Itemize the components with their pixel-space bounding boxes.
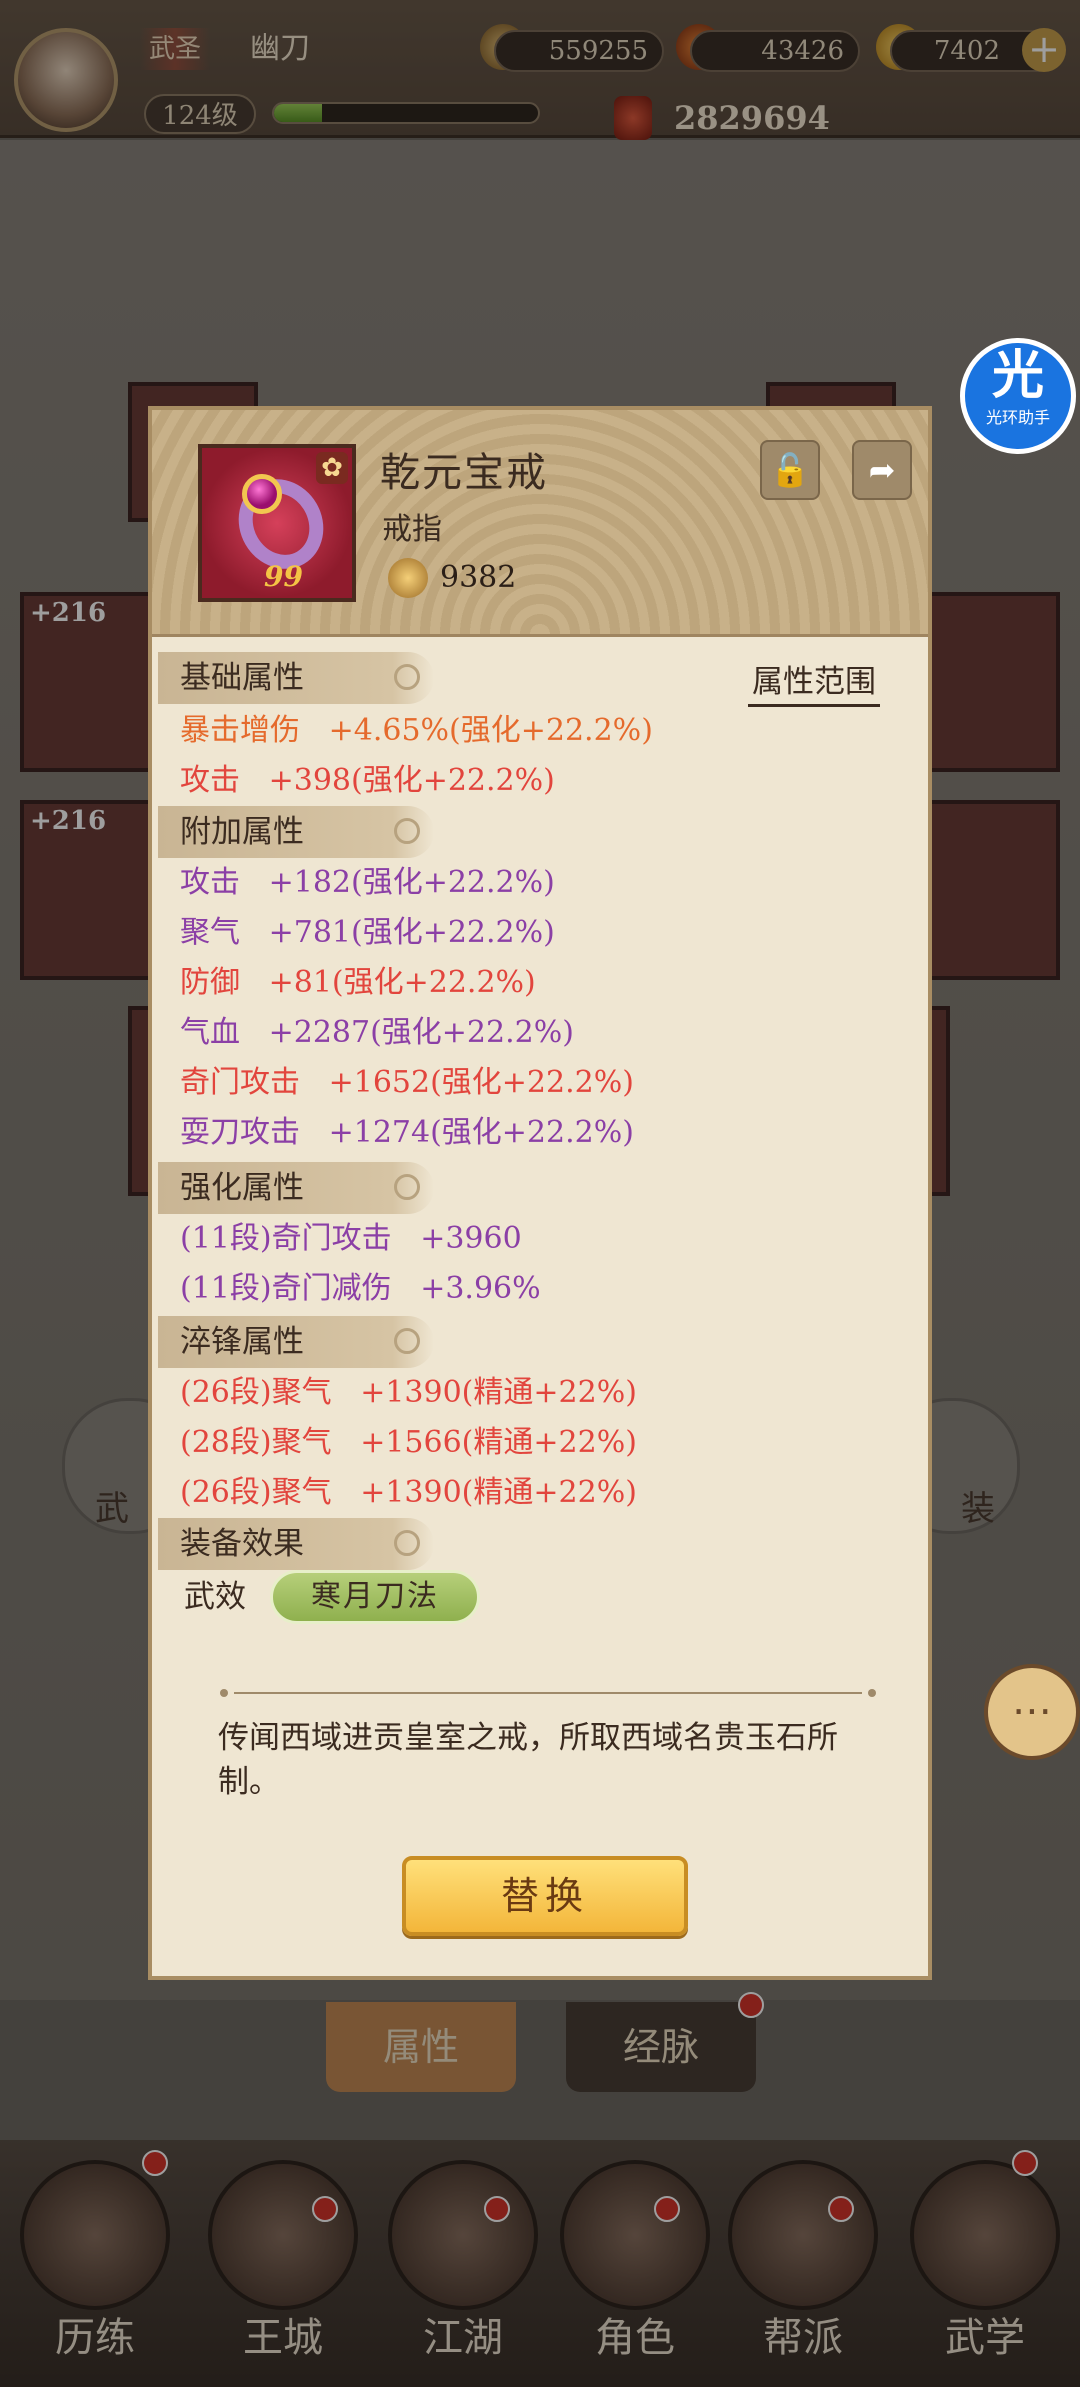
item-type: 戒指	[382, 512, 442, 547]
replace-button[interactable]: 替换	[402, 1856, 688, 1936]
enhance-attr-line: (11段)奇门攻击 +3960	[180, 1221, 522, 1256]
extra-attr-line: 气血 +2287(强化+22.2%)	[180, 1015, 574, 1050]
extra-attr-line: 攻击 +182(强化+22.2%)	[180, 865, 555, 900]
temper-attr-line: (28段)聚气 +1566(精通+22%)	[180, 1425, 637, 1460]
extra-attr-line: 耍刀攻击 +1274(强化+22.2%)	[180, 1115, 634, 1150]
ring-gem-icon	[242, 474, 282, 514]
temper-attr-line: (26段)聚气 +1390(精通+22%)	[180, 1475, 637, 1510]
helper-icon: 光	[991, 346, 1044, 406]
effect-label: 武效	[184, 1579, 246, 1615]
divider-dot	[220, 1689, 228, 1697]
unlock-button[interactable]: 🔓	[760, 440, 820, 500]
chat-bubble-icon: ⋯	[1012, 1688, 1052, 1734]
unlock-icon: 🔓	[770, 451, 810, 489]
section-extra-attributes: 附加属性	[158, 806, 434, 858]
section-temper-attributes: 淬锋属性	[158, 1316, 434, 1368]
item-level: 99	[264, 560, 303, 593]
extra-attr-line: 聚气 +781(强化+22.2%)	[180, 915, 555, 950]
base-attr-line: 攻击 +398(强化+22.2%)	[180, 763, 555, 798]
attribute-range-button[interactable]: 属性范围	[748, 660, 880, 707]
share-button[interactable]: ➦	[852, 440, 912, 500]
section-base-attributes: 基础属性	[158, 652, 434, 704]
item-detail-popup: ✿ 99 乾元宝戒 戒指 9382 🔓 ➦ 属性范围 基础属性 暴击增伤 +4.…	[148, 406, 932, 1980]
description-divider	[234, 1692, 862, 1694]
divider-dot	[868, 1689, 876, 1697]
helper-float-button[interactable]: 光 光环助手	[960, 338, 1076, 454]
extra-attr-line: 防御 +81(强化+22.2%)	[180, 965, 536, 1000]
item-icon-frame: ✿ 99	[198, 444, 356, 602]
item-description: 传闻西域进贡皇室之戒，所取西域名贵玉石所制。	[218, 1720, 838, 1800]
temper-attr-line: (26段)聚气 +1390(精通+22%)	[180, 1375, 637, 1410]
item-badge-icon: ✿	[316, 452, 348, 484]
extra-attr-line: 奇门攻击 +1652(强化+22.2%)	[180, 1065, 634, 1100]
item-score: 9382	[440, 560, 517, 595]
helper-label: 光环助手	[985, 408, 1050, 427]
section-enhance-attributes: 强化属性	[158, 1162, 434, 1214]
item-name: 乾元宝戒	[380, 450, 548, 496]
enhance-attr-line: (11段)奇门减伤 +3.96%	[180, 1271, 541, 1306]
base-attr-line: 暴击增伤 +4.65%(强化+22.2%)	[180, 713, 653, 748]
chat-button[interactable]: ⋯	[984, 1664, 1080, 1760]
share-icon: ➦	[868, 451, 896, 489]
section-equipment-effect: 装备效果	[158, 1518, 434, 1570]
martial-effect-button[interactable]: 寒月刀法	[270, 1570, 480, 1624]
score-icon	[388, 558, 428, 598]
